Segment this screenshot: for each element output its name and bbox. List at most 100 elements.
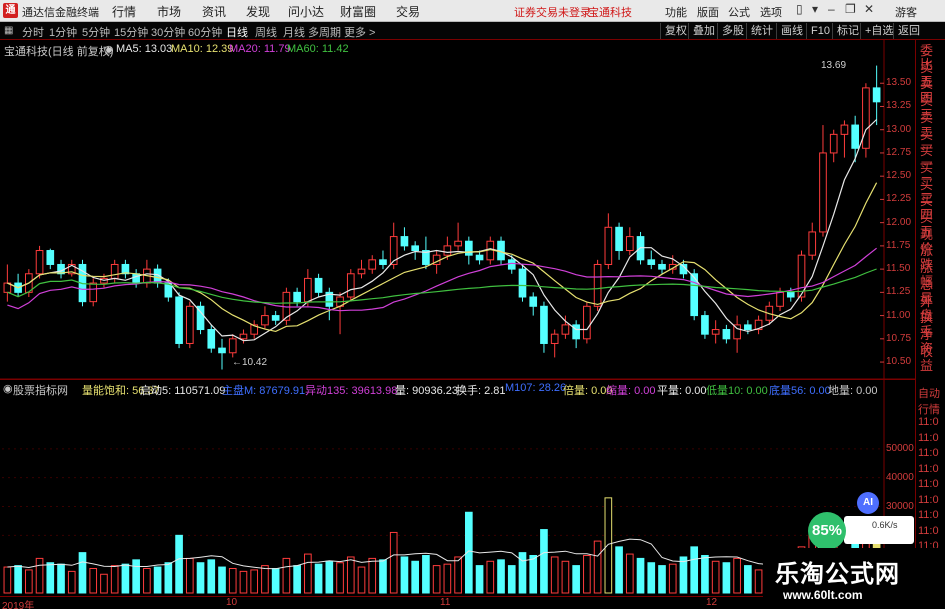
- period-more[interactable]: 更多 >: [344, 24, 375, 40]
- quote-side-panel: 委比 卖五 卖四 卖三 卖二 卖一 买一 买二 买三 买四 买五 现价 涨跌 涨幅 总量 外盘 换手 净资 收益 自动…: [915, 40, 945, 609]
- period-60min[interactable]: 60分钟: [188, 24, 222, 40]
- f10-button[interactable]: F10: [806, 23, 830, 39]
- draw-line-button[interactable]: 画线: [776, 23, 803, 39]
- candle-body: [561, 324, 570, 335]
- volume-bar: [411, 560, 419, 594]
- tick-time-label: 11:0: [918, 462, 939, 475]
- high-price-label: 13.69: [821, 60, 847, 71]
- stock-name-link[interactable]: 宝通科技: [588, 4, 632, 20]
- period-15min[interactable]: 15分钟: [114, 24, 148, 40]
- mark-button[interactable]: 标记: [832, 23, 859, 39]
- guest-label[interactable]: 游客: [895, 4, 917, 20]
- chart-grid: [0, 40, 915, 596]
- volume-bar: [604, 497, 613, 594]
- menu-item-layout[interactable]: 版面: [697, 4, 719, 20]
- volume-bar: [304, 553, 312, 594]
- settings-icon[interactable]: ◉: [104, 43, 114, 56]
- tick-time-label: 11:0: [918, 447, 939, 459]
- menu-item-function[interactable]: 功能: [665, 4, 687, 20]
- stock-name: 宝通科技: [4, 46, 48, 58]
- dropdown-icon[interactable]: ▾: [812, 2, 818, 16]
- chart-type-icon[interactable]: ▦: [4, 25, 13, 36]
- volume-bar: [679, 556, 688, 594]
- restore-rights-button[interactable]: 复权: [660, 23, 687, 39]
- period-monthly[interactable]: 月线: [283, 24, 305, 40]
- volume-bar: [668, 563, 677, 594]
- period-multi[interactable]: 多周期: [308, 24, 341, 40]
- price-tick: 12.75: [886, 146, 912, 158]
- phone-icon[interactable]: ▯: [796, 2, 803, 16]
- period-5min[interactable]: 5分钟: [82, 24, 110, 40]
- period-daily[interactable]: 日线: [226, 24, 248, 40]
- volume-bar: [314, 563, 323, 594]
- period-1min[interactable]: 1分钟: [49, 24, 77, 40]
- menu-item-formula[interactable]: 公式: [728, 4, 750, 20]
- period-timeshare[interactable]: 分时: [22, 24, 44, 40]
- watermark-title: 乐淘公式网: [775, 561, 900, 588]
- volume-bar: [132, 559, 140, 594]
- indicator-value: 底量56: 0.00: [769, 385, 831, 397]
- volume-bar: [35, 557, 44, 594]
- price-tick: 10.75: [886, 332, 912, 344]
- menu-item-quotes[interactable]: 行情: [112, 3, 136, 20]
- candle-body: [35, 250, 44, 275]
- multi-stock-button[interactable]: 多股: [717, 23, 744, 39]
- period-weekly[interactable]: 周线: [255, 24, 277, 40]
- menu-item-ask[interactable]: 问小达: [288, 3, 324, 20]
- auto-quote-label: 行情: [918, 403, 940, 416]
- candle-body: [228, 338, 237, 354]
- candle-body: [583, 305, 591, 340]
- candle-body: [829, 133, 838, 154]
- candle-body: [615, 226, 623, 252]
- add-favorite-button[interactable]: +自选: [860, 23, 893, 39]
- candle-body: [550, 333, 559, 344]
- indicator-value: M107: 28.26: [505, 382, 567, 394]
- candle-body: [658, 263, 666, 270]
- candle-body: [518, 268, 527, 298]
- menu-item-discover[interactable]: 发现: [246, 3, 270, 20]
- volume-bar: [143, 567, 151, 594]
- candle-body: [851, 124, 859, 149]
- menu-item-wealth[interactable]: 财富圈: [340, 3, 376, 20]
- menu-item-options[interactable]: 选项: [760, 4, 782, 20]
- tick-time-label: 11:0: [918, 416, 939, 428]
- statistics-button[interactable]: 统计: [746, 23, 773, 39]
- volume-bar: [529, 555, 538, 594]
- ma10-line: [7, 182, 878, 333]
- indicator-value: 平量: 0.00: [657, 385, 707, 397]
- candle-body: [411, 245, 419, 252]
- speed-box: 0.6K/s: [844, 516, 914, 544]
- indicator-settings-icon[interactable]: ◉: [3, 382, 13, 395]
- candle-body: [540, 305, 548, 344]
- volume-bar: [454, 556, 462, 594]
- login-status-link[interactable]: 证券交易未登录: [514, 4, 591, 20]
- candle-body: [529, 296, 538, 307]
- back-button[interactable]: 返回: [893, 23, 920, 39]
- minimize-icon[interactable]: –: [828, 2, 835, 16]
- date-tick: 2019年: [2, 601, 35, 609]
- menu-item-market[interactable]: 市场: [157, 3, 181, 20]
- ma10-label: MA10: 12.39: [171, 43, 234, 55]
- volume-bar: [497, 559, 505, 594]
- candle-body: [207, 329, 216, 349]
- volume-bar: [228, 567, 237, 594]
- candle-body: [465, 240, 473, 256]
- menu-item-news[interactable]: 资讯: [202, 3, 226, 20]
- date-tick: 11: [440, 597, 451, 608]
- kline-chart[interactable]: [0, 40, 915, 596]
- side-tab[interactable]: 收益: [920, 344, 945, 373]
- volume-bar: [701, 555, 709, 594]
- restore-icon[interactable]: ❐: [845, 2, 856, 16]
- period-30min[interactable]: 30分钟: [151, 24, 185, 40]
- overlay-button[interactable]: 叠加: [688, 23, 715, 39]
- volume-series: [3, 497, 881, 594]
- volume-bar: [100, 573, 108, 594]
- volume-bar: [432, 565, 441, 594]
- volume-bar: [175, 534, 183, 594]
- volume-bar: [153, 566, 162, 594]
- candle-body: [840, 124, 849, 135]
- close-icon[interactable]: ✕: [864, 2, 874, 16]
- candle-body: [722, 329, 731, 340]
- network-speed-widget[interactable]: 0.6K/s 85%: [808, 510, 918, 550]
- menu-item-trade[interactable]: 交易: [396, 3, 420, 20]
